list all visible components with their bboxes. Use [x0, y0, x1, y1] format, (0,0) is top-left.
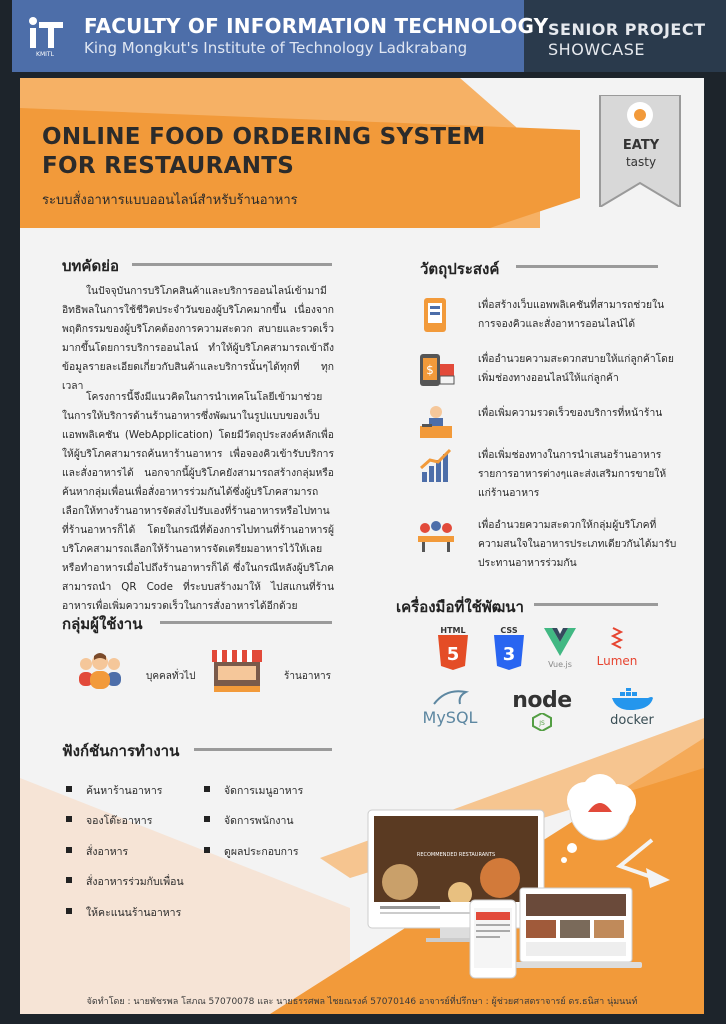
logo-caption: KMITL	[36, 51, 55, 58]
function-reserve-table: จองโต๊ะอาหาร	[66, 812, 152, 829]
tools-heading: เครื่องมือที่ใช้พัฒนา	[396, 598, 524, 616]
docker-logo: docker	[600, 688, 664, 728]
html5-logo: HTML 5	[432, 626, 474, 675]
objective-text: เพื่ออำนวยความสะดวกสบายให้แก่ลูกค้าโดยเพ…	[478, 353, 674, 384]
dolphin-icon	[433, 690, 470, 705]
users-heading: กลุ่มผู้ใช้งาน	[62, 615, 143, 633]
objective-text: เพื่ออำนวยความสะดวกให้กลุ่มผู้บริโภคที่ค…	[478, 519, 677, 569]
abstract-heading-rule	[132, 263, 332, 266]
lumen-label: Lumen	[596, 654, 638, 668]
objective-text: เพื่อเพิ่มความรวดเร็วของบริการที่หน้าร้า…	[478, 407, 663, 419]
user-group-general: บุคคลทั่วไป	[146, 671, 196, 682]
docker-whale-icon	[612, 688, 653, 710]
objectives-heading-rule	[516, 265, 658, 268]
abstract-heading: บทคัดย่อ	[62, 257, 119, 275]
objective-item: เพื่อเพิ่มความรวดเร็วของบริการที่หน้าร้า…	[416, 402, 666, 442]
function-manage-menu: จัดการเมนูอาหาร	[204, 782, 303, 799]
abstract-paragraph-2: โครงการนี้จึงมีแนวคิดในการนำเทคโนโลยีเข้…	[62, 391, 334, 612]
node-label: node	[512, 688, 572, 713]
vue-icon	[544, 628, 576, 656]
css3-logo: CSS 3	[488, 626, 530, 675]
institute-name: King Mongkut's Institute of Technology L…	[84, 39, 468, 57]
css3-shield-icon: 3	[494, 635, 524, 670]
service-counter-icon	[420, 406, 452, 438]
brand-name: EATY	[622, 138, 660, 153]
people-icon	[79, 653, 121, 689]
user-group-restaurant: ร้านอาหาร	[284, 671, 332, 682]
thought-bubble	[561, 774, 636, 863]
abstract-paragraph-1: ในปัจจุบันการบริโภคสินค้าและบริการออนไลน…	[62, 285, 334, 392]
function-search-restaurant: ค้นหาร้านอาหาร	[66, 782, 162, 799]
tools-heading-rule	[534, 603, 658, 606]
function-order-food: สั่งอาหาร	[66, 843, 128, 860]
svg-text:3: 3	[503, 644, 516, 665]
function-rate-restaurant: ให้คะแนนร้านอาหาร	[66, 904, 181, 921]
objective-item: $ เพื่ออำนวยความสะดวกสบายให้แก่ลูกค้าโดย…	[416, 350, 674, 390]
lumen-logo: Lumen	[590, 626, 644, 668]
html5-shield-icon: 5	[438, 635, 468, 670]
css-label: CSS	[500, 626, 518, 635]
objective-text: เพื่อสร้างเว็บแอพพลิเคชันที่สามารถช่วยใน…	[478, 299, 665, 330]
objective-text: เพื่อเพิ่มช่องทางในการนำเสนอร้านอาหารราย…	[478, 449, 667, 499]
device-mockup-illustration: RECOMMENDED RESTAURANTS	[367, 774, 670, 979]
docker-label: docker	[610, 713, 654, 728]
users-heading-rule	[160, 621, 332, 624]
mysql-label: MySQL	[422, 708, 478, 727]
function-view-performance: ดูผลประกอบการ	[204, 843, 299, 860]
vue-label: Vue.js	[548, 660, 572, 669]
mobile-shop-icon: $	[420, 354, 455, 386]
svg-text:5: 5	[447, 644, 460, 665]
growth-chart-icon	[420, 448, 452, 482]
nodejs-logo: node JS	[502, 688, 582, 735]
mysql-logo: MySQL	[414, 688, 486, 727]
credits-footer: จัดทำโดย : นายพัชรพล โสภณ 57070078 และ น…	[86, 997, 638, 1007]
project-title-line1: ONLINE FOOD ORDERING SYSTEM	[42, 124, 486, 150]
showcase-label: SHOWCASE	[548, 40, 645, 59]
group-dining-icon	[418, 521, 454, 552]
mockup-banner-text: RECOMMENDED RESTAURANTS	[417, 852, 495, 858]
laptop-mockup	[510, 887, 642, 968]
desk-lamp-icon	[615, 838, 670, 888]
restaurant-icon	[212, 650, 262, 692]
brand-tagline: tasty	[625, 155, 657, 169]
senior-project-label: SENIOR PROJECT	[548, 20, 706, 39]
desktop-monitor: RECOMMENDED RESTAURANTS	[367, 809, 545, 942]
objective-item: เพื่ออำนวยความสะดวกให้กลุ่มผู้บริโภคที่ค…	[416, 516, 676, 569]
objectives-heading: วัตถุประสงค์	[420, 260, 500, 278]
objective-item: เพื่อสร้างเว็บแอพพลิเคชันที่สามารถช่วยใน…	[416, 296, 666, 336]
function-manage-staff: จัดการพนักงาน	[204, 812, 294, 829]
node-hexagon-icon: JS	[532, 711, 552, 733]
html-label: HTML	[440, 626, 466, 635]
project-title-line2: FOR RESTAURANTS	[42, 153, 295, 179]
faculty-title: FACULTY OF INFORMATION TECHNOLOGY	[84, 14, 549, 38]
svg-text:JS: JS	[538, 720, 545, 727]
phone-order-icon	[424, 298, 446, 332]
functions-heading: ฟังก์ชันการทำงาน	[62, 742, 180, 760]
project-title-thai: ระบบสั่งอาหารแบบออนไลน์สำหรับร้านอาหาร	[42, 193, 298, 208]
functions-heading-rule	[194, 748, 332, 751]
svg-text:$: $	[426, 363, 434, 377]
phone-mockup	[469, 899, 517, 979]
egg-icon	[634, 109, 646, 121]
it-logo: KMITL	[29, 17, 63, 58]
vuejs-logo: Vue.js	[538, 628, 582, 669]
function-group-order: สั่งอาหารร่วมกับเพื่อน	[66, 873, 184, 890]
objective-item: เพื่อเพิ่มช่องทางในการนำเสนอร้านอาหารราย…	[416, 446, 666, 499]
lumen-icon	[610, 627, 624, 649]
